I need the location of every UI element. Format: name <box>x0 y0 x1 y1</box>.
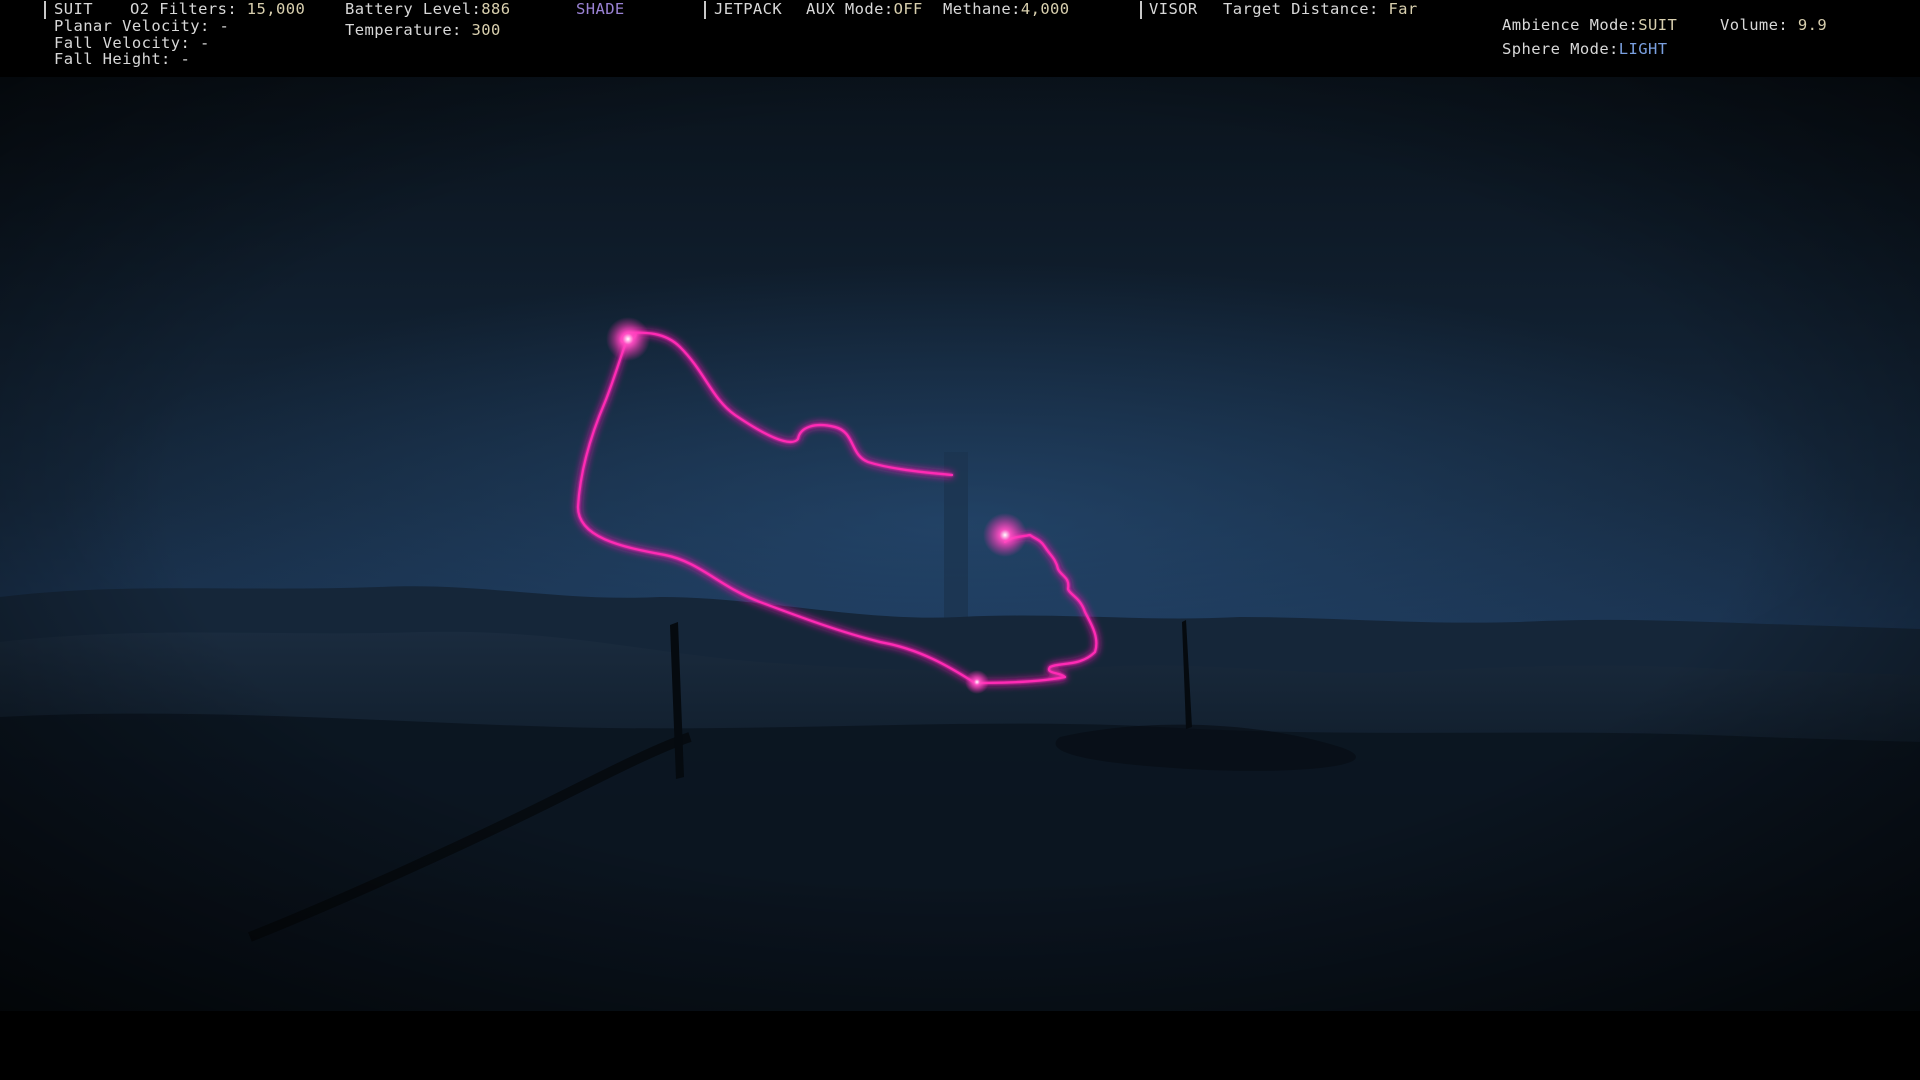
vignette-overlay <box>0 77 1920 1011</box>
visor-label: VISOR <box>1149 0 1198 18</box>
suit-label: SUIT <box>54 0 93 18</box>
ambience-mode-readout: Ambience Mode:SUIT <box>1502 17 1677 34</box>
planar-velocity-value: - <box>219 17 230 35</box>
aux-mode-label: AUX Mode: <box>806 0 894 18</box>
fall-height-readout: Fall Height: - <box>54 51 190 68</box>
temperature-label: Temperature: <box>345 21 462 39</box>
fall-height-value: - <box>180 50 191 68</box>
methane-readout: Methane:4,000 <box>943 1 1070 18</box>
sphere-mode-readout: Sphere Mode:LIGHT <box>1502 41 1667 58</box>
o2-filters-value: 15,000 <box>246 0 306 18</box>
ambience-mode-label: Ambience Mode: <box>1502 16 1639 34</box>
ambience-mode-value: SUIT <box>1638 16 1678 34</box>
o2-filters-readout: O2 Filters: 15,000 <box>130 1 305 18</box>
o2-filters-label: O2 Filters: <box>130 0 238 18</box>
fall-velocity-value: - <box>199 34 210 52</box>
volume-value: 9.9 <box>1797 16 1828 34</box>
battery-value: 886 <box>481 0 511 18</box>
methane-value: 4,000 <box>1020 0 1070 18</box>
jetpack-label: JETPACK <box>714 0 783 18</box>
game-viewport[interactable] <box>0 77 1920 1011</box>
letterbox-bottom <box>0 1011 1920 1080</box>
battery-label: Battery Level: <box>345 0 482 18</box>
methane-label: Methane: <box>943 0 1021 18</box>
fall-height-label: Fall Height: <box>54 50 171 68</box>
suit-separator <box>44 1 46 19</box>
scene-canvas <box>0 77 1920 1011</box>
temperature-readout: Temperature: 300 <box>345 22 501 39</box>
volume-label: Volume: <box>1720 16 1789 34</box>
jetpack-separator <box>704 1 706 19</box>
volume-readout: Volume: 9.9 <box>1720 17 1827 34</box>
planar-velocity-readout: Planar Velocity: - <box>54 18 229 35</box>
battery-readout: Battery Level:886 <box>345 1 510 18</box>
aux-mode-value: OFF <box>893 0 923 18</box>
target-distance-label: Target Distance: <box>1223 0 1379 18</box>
planar-velocity-label: Planar Velocity: <box>54 17 210 35</box>
aux-mode-readout: AUX Mode:OFF <box>806 1 923 18</box>
shade-indicator: SHADE <box>576 0 625 18</box>
temperature-value: 300 <box>471 21 501 39</box>
hud-bar: SUIT O2 Filters: 15,000 Planar Velocity:… <box>0 0 1920 77</box>
sphere-mode-value: LIGHT <box>1618 40 1668 58</box>
target-distance-value: Far <box>1388 0 1418 18</box>
visor-separator <box>1140 1 1142 19</box>
target-distance-readout: Target Distance: Far <box>1223 1 1418 18</box>
sphere-mode-label: Sphere Mode: <box>1502 40 1619 58</box>
